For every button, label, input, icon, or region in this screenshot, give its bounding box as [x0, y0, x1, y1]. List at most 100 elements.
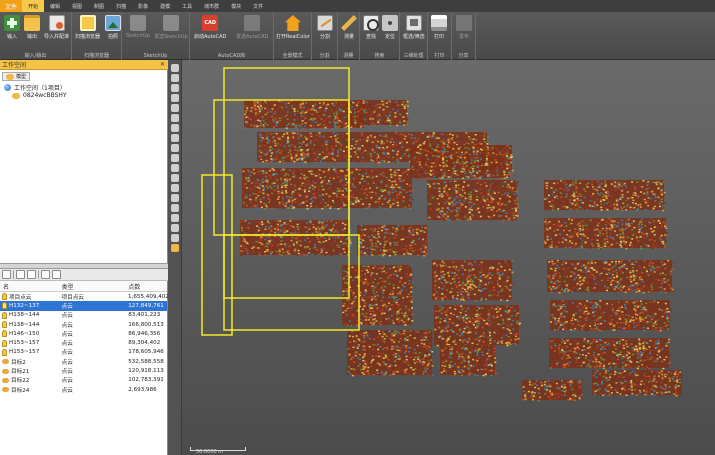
tab-drawing[interactable]: 制图	[88, 0, 110, 12]
item-points: 178,605,946	[128, 349, 164, 356]
ribbon-group-measure: 测量 测量	[338, 12, 360, 60]
realcolor-button[interactable]: 打开RealColor	[276, 15, 310, 40]
view-tool-icon[interactable]	[171, 84, 179, 92]
list-item[interactable]: H153~157 点云 89,304,402	[0, 339, 167, 348]
view-tool-icon[interactable]	[171, 164, 179, 172]
refresh-icon[interactable]	[2, 270, 11, 279]
output-button[interactable]: 输出	[24, 15, 40, 40]
visibility-bulb-icon[interactable]	[2, 302, 7, 310]
list-item[interactable]: H146~150 点云 86,946,356	[0, 329, 167, 338]
view-tool-icon[interactable]	[171, 194, 179, 202]
locate-button[interactable]: 定位	[382, 15, 398, 40]
scan-list: 名 类型 点数 项目点云 项目点云 1,655,409,402 H132~137 点云 1…	[0, 281, 169, 455]
tree-node-project[interactable]: 0824wcBBSHY	[12, 92, 67, 99]
visibility-bulb-icon[interactable]	[2, 339, 7, 347]
up-arrow-icon[interactable]	[27, 270, 36, 279]
visibility-bulb-icon[interactable]	[2, 348, 7, 356]
visibility-bulb-icon[interactable]	[2, 293, 7, 301]
view-tool-icon[interactable]	[171, 184, 179, 192]
tab-tools[interactable]: 工具	[176, 0, 198, 12]
cloud-icon[interactable]	[2, 387, 9, 393]
pin-icon[interactable]: ✕	[160, 61, 165, 68]
view-tool-icon[interactable]	[171, 144, 179, 152]
publish-button[interactable]: 发布	[456, 15, 472, 40]
tab-modeling[interactable]: 建模	[154, 0, 176, 12]
scan-icon	[79, 15, 96, 31]
tab-edit[interactable]: 编辑	[44, 0, 66, 12]
column-points[interactable]: 点数	[127, 281, 167, 291]
cloud-icon[interactable]	[2, 359, 9, 365]
list-item[interactable]: H132~137 点云 127,849,761	[0, 301, 167, 311]
sketchup-button[interactable]: SketchUp	[126, 15, 150, 39]
input-button[interactable]: 输入	[4, 15, 20, 40]
view-tool-icon[interactable]	[171, 244, 179, 252]
visibility-bulb-icon[interactable]	[2, 321, 7, 329]
workspace-title: 工作空间	[2, 62, 27, 69]
view-tool-icon[interactable]	[171, 204, 179, 212]
measure-button[interactable]: 测量	[341, 15, 357, 40]
point-cloud-viewport[interactable]: 50.0000 m	[182, 60, 715, 455]
view-options-icon[interactable]	[41, 270, 50, 279]
view-tool-icon[interactable]	[171, 214, 179, 222]
tab-file[interactable]: 文件	[247, 0, 269, 12]
tab-image[interactable]: 影像	[132, 0, 154, 12]
region-select-button[interactable]: 框选/筛选	[403, 15, 425, 40]
scan-browser-button[interactable]: 扫描浏览器	[75, 15, 100, 40]
tab-scan[interactable]: 扫描	[110, 0, 132, 12]
list-item[interactable]: 项目点云 项目点云 1,655,409,402	[0, 292, 169, 301]
view-tool-icon[interactable]	[171, 234, 179, 242]
list-item[interactable]: 目标24 点云 2,693,986	[0, 385, 167, 394]
cloud-icon[interactable]	[2, 368, 9, 374]
folder-icon[interactable]	[16, 270, 25, 279]
view-tool-icon[interactable]	[171, 224, 179, 232]
ribbon-group-3d: 框选/筛选 三维处理	[400, 12, 428, 60]
list-toolbar	[0, 269, 168, 281]
clip-button[interactable]: 分割	[317, 15, 333, 40]
list-item[interactable]: 目标21 点云 120,918,113	[0, 366, 167, 375]
clip-box-outline[interactable]	[201, 174, 233, 336]
item-type: 点云	[61, 313, 73, 320]
list-item[interactable]: 目标22 点云 102,783,391	[0, 376, 167, 385]
find-button[interactable]: 查找	[363, 15, 379, 40]
item-points: 120,918,113	[128, 368, 164, 375]
list-item[interactable]: H138~144 点云 83,401,223	[0, 311, 167, 320]
list-header: 名 类型 点数	[0, 281, 167, 292]
toolbar-divider	[38, 270, 39, 279]
list-item[interactable]: H138~144 点云 166,800,513	[0, 320, 167, 329]
view-tool-icon[interactable]	[171, 64, 179, 72]
visibility-bulb-icon[interactable]	[2, 330, 7, 338]
photo-button[interactable]: 拍照	[105, 15, 121, 40]
send-sketchup-button[interactable]: 发送SketchUp	[154, 15, 188, 40]
print-button[interactable]: 打印	[431, 15, 447, 40]
view-tool-icon[interactable]	[171, 114, 179, 122]
view-tool-icon[interactable]	[171, 94, 179, 102]
filter-icon[interactable]	[52, 270, 61, 279]
cloud-icon[interactable]	[2, 377, 9, 383]
view-tool-icon[interactable]	[171, 124, 179, 132]
tab-view[interactable]: 视图	[66, 0, 88, 12]
import-register-button[interactable]: 导入并配准	[44, 15, 69, 40]
view-tool-icon[interactable]	[171, 174, 179, 182]
view-tool-icon[interactable]	[171, 134, 179, 142]
column-type[interactable]: 类型	[60, 281, 128, 291]
view-tool-icon[interactable]	[171, 104, 179, 112]
tab-model[interactable]: 模型	[2, 72, 31, 81]
building-point-cloud	[432, 260, 514, 302]
item-name-cell: 项目点云	[0, 293, 60, 301]
view-tool-icon[interactable]	[171, 74, 179, 82]
locate-icon	[382, 15, 398, 31]
tab-home[interactable]: 开始	[22, 0, 45, 12]
send-autocad-button[interactable]: 发送AutoCAD	[236, 15, 268, 40]
app-menu-button[interactable]: 文件	[0, 0, 22, 12]
tab-city[interactable]: 城市群	[198, 0, 225, 12]
column-name[interactable]: 名	[0, 281, 60, 291]
tree-node-workspace[interactable]: 工作空间（1项目）	[4, 83, 66, 92]
view-tool-icon[interactable]	[171, 154, 179, 162]
item-name-cell: H153~157	[0, 348, 60, 356]
visibility-bulb-icon[interactable]	[2, 311, 7, 319]
tab-modules[interactable]: 模块	[225, 0, 247, 12]
list-item[interactable]: 目标2 点云 532,588,558	[0, 357, 167, 366]
select-region-icon	[405, 15, 422, 31]
list-item[interactable]: H153~157 点云 178,605,946	[0, 348, 167, 357]
open-autocad-button[interactable]: CAD 启动AutoCAD	[194, 15, 226, 40]
